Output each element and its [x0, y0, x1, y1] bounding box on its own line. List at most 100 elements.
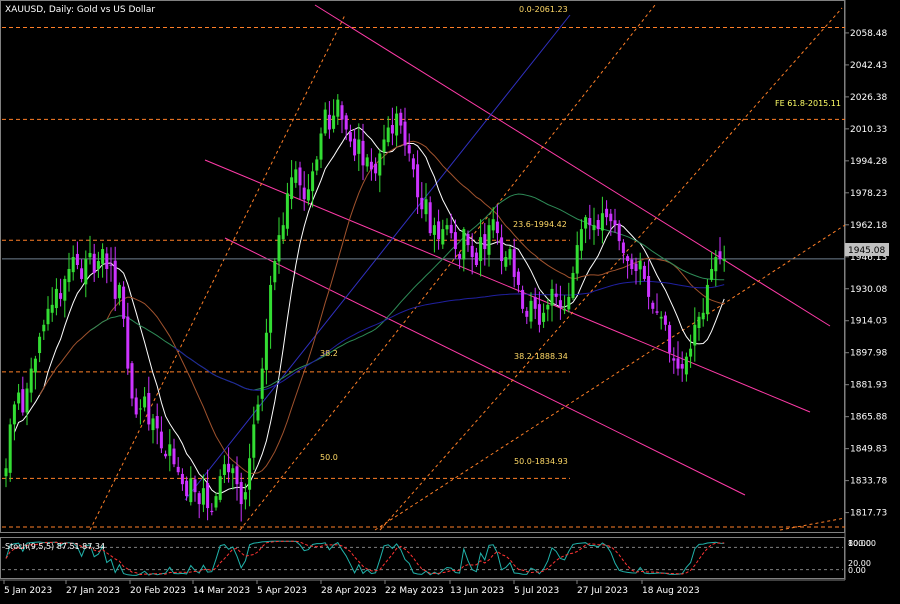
candle-body [21, 389, 25, 413]
candle-body [42, 324, 46, 332]
candle-body [609, 213, 613, 222]
candle-body [470, 245, 474, 258]
candle-body [130, 363, 134, 399]
candle-body [390, 125, 394, 134]
candle-body [584, 217, 588, 229]
candle-body [445, 225, 449, 230]
candle-body [659, 316, 663, 319]
candle-body [571, 272, 575, 299]
candle-body [521, 289, 525, 309]
candle-body [684, 356, 688, 375]
fib-0-label: 0.0-2061.23 [519, 5, 568, 14]
date-tick-label: 5 Jan 2023 [4, 586, 52, 596]
candle-body [273, 261, 277, 283]
candle-body [642, 265, 646, 279]
candle-body [206, 483, 210, 509]
candle-body [71, 257, 75, 273]
candle-body [264, 332, 268, 370]
candle-body [302, 187, 306, 200]
price-tick-label: 1930.08 [850, 285, 887, 295]
candle-body [600, 213, 604, 231]
candle-body [227, 463, 231, 473]
candle-body [516, 271, 520, 285]
candle-body [92, 253, 96, 273]
price-tick-label: 1994.28 [850, 157, 887, 167]
candle-body [369, 161, 373, 170]
moving-averages [13, 126, 725, 495]
stochastic-oscillator [2, 540, 843, 576]
price-tick-label: 1962.18 [850, 221, 887, 231]
candle-body [668, 325, 672, 353]
candle-body [449, 224, 453, 234]
candle-body [714, 257, 718, 272]
price-tick-label: 1978.23 [850, 189, 887, 199]
candle-body [294, 169, 298, 183]
candle-body [546, 304, 550, 310]
price-tick-label: 2010.33 [850, 125, 887, 135]
candle-body [567, 296, 571, 310]
candle-body [676, 358, 680, 369]
candle-body [231, 468, 235, 474]
candle-body [554, 293, 558, 297]
candle-body [8, 424, 12, 473]
candle-body [243, 492, 247, 500]
candle-body [550, 288, 554, 306]
candle-body [134, 397, 138, 415]
candle-body [529, 300, 533, 322]
candle-body [311, 171, 315, 192]
candle-body [277, 235, 281, 262]
price-chart[interactable]: 2058.48 2042.43 2026.38 2010.33 1994.28 1978.… [0, 0, 900, 600]
candle-body [378, 153, 382, 176]
candle-body [109, 264, 113, 266]
candle-body [29, 368, 33, 393]
trend-lines [89, 4, 846, 531]
candle-body [168, 444, 172, 456]
candle-body [172, 448, 176, 465]
candle-body [185, 480, 189, 497]
candle-body [33, 358, 37, 373]
candle-body [290, 177, 294, 199]
candle-body [630, 259, 634, 269]
candle-body [151, 418, 155, 431]
candle-body [164, 453, 168, 457]
candle-body [214, 496, 218, 508]
candle-body [344, 115, 348, 130]
chart-title: XAUUSD, Daily: Gold vs US Dollar [5, 5, 155, 15]
candle-body [487, 225, 491, 255]
ma-long-line [173, 280, 725, 391]
stoch-scale-0: 0.00 [848, 566, 866, 575]
candle-body [663, 315, 667, 325]
candle-body [4, 468, 8, 477]
candle-body [558, 300, 562, 307]
candle-body [353, 138, 357, 156]
candle-body [617, 223, 621, 242]
candle-body [533, 297, 537, 309]
candle-body [672, 358, 676, 361]
candle-body [605, 208, 609, 218]
candle-body [54, 288, 58, 309]
candle-body [680, 364, 684, 369]
candle-body [67, 268, 71, 283]
candle-body [689, 348, 693, 357]
candle-body [46, 308, 50, 325]
fan-line-1 [89, 14, 346, 531]
candle-body [634, 263, 638, 271]
candle-body [193, 479, 197, 493]
candle-body [592, 225, 596, 231]
fib-23-6-label: 23.6-1994.42 [513, 220, 567, 229]
candle-body [638, 261, 642, 270]
candle-body [197, 493, 201, 505]
candle-body [159, 431, 163, 449]
candle-body [327, 114, 331, 130]
candle-body [563, 308, 567, 311]
candle-body [722, 258, 726, 261]
candle-body [281, 225, 285, 240]
candle-body [138, 408, 142, 410]
date-axis: 5 Jan 2023 27 Jan 2023 20 Feb 2023 14 Mar 2… [0, 579, 845, 596]
chart-window[interactable]: 2058.48 2042.43 2026.38 2010.33 1994.28 1978.… [0, 0, 900, 600]
date-tick-label: 28 Apr 2023 [321, 586, 377, 596]
date-tick-label: 5 Apr 2023 [257, 586, 307, 596]
main-chart-frame [0, 0, 845, 533]
candle-body [222, 464, 226, 476]
candle-body [105, 253, 109, 269]
